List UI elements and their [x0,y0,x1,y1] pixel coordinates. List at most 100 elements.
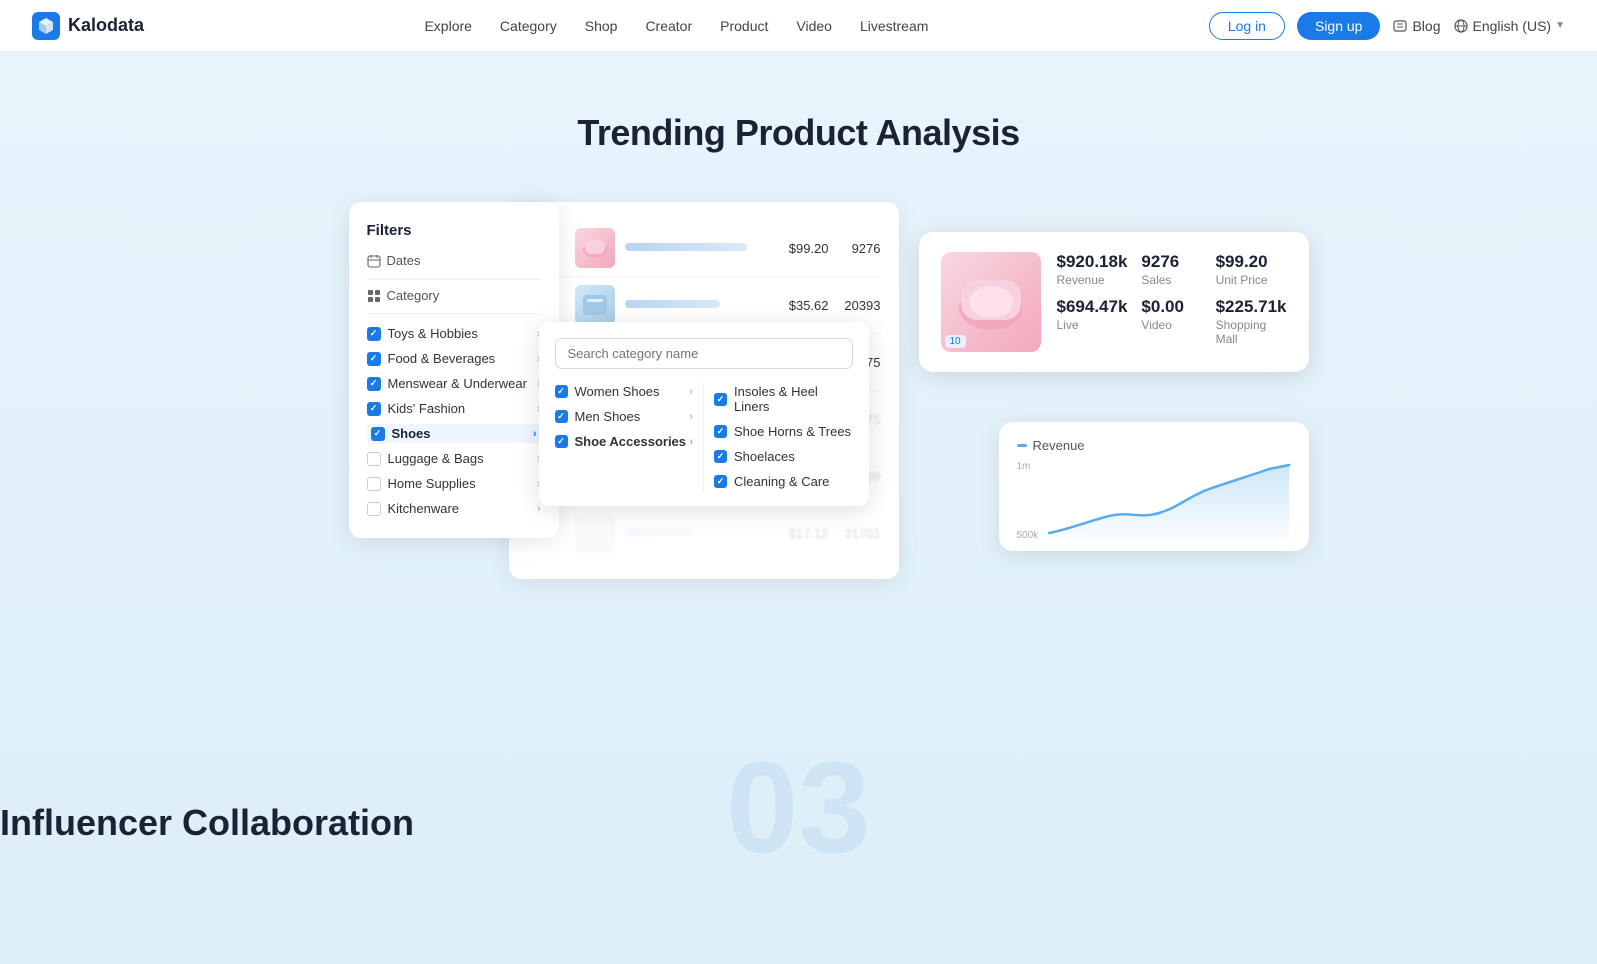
globe-icon [1453,18,1469,34]
checkbox-shoes[interactable]: ✓ [371,427,385,441]
filters-category[interactable]: Category [367,288,541,303]
check-insoles[interactable]: ✓ [714,393,727,406]
checkbox-menswear[interactable]: ✓ [367,377,381,391]
product-bar-wrap [625,300,761,311]
signup-button[interactable]: Sign up [1297,12,1380,40]
nav-links: Explore Category Shop Creator Product Vi… [424,18,928,34]
check-shoelaces[interactable]: ✓ [714,450,727,463]
product-thumbnail [575,285,615,325]
check-women-shoes[interactable]: ✓ [555,385,568,398]
chart-svg [1048,461,1290,541]
dropdown-columns: ✓ Women Shoes › ✓ Men Shoes › [555,381,853,492]
stat-revenue: $920.18k Revenue [1057,252,1128,287]
category-item-food[interactable]: ✓ Food & Beverages › [367,349,541,368]
check-shoe-accessories[interactable]: ✓ [555,435,568,448]
product-bar-wrap [625,528,761,539]
revenue-chart: Revenue 1m 500k [999,422,1309,551]
nav-right: Log in Sign up Blog English (US) ▼ [1209,12,1565,40]
calendar-icon [367,254,381,268]
login-button[interactable]: Log in [1209,12,1285,40]
dropdown-women-shoes[interactable]: ✓ Women Shoes › [555,381,694,402]
checkbox-kitchen[interactable] [367,502,381,516]
chart-area: 1m 500k [1017,461,1291,541]
nav-category[interactable]: Category [500,18,557,34]
category-icon [367,289,381,303]
category-label-toys: Toys & Hobbies [388,326,478,341]
product-bar [625,243,747,251]
checkbox-kids[interactable]: ✓ [367,402,381,416]
language-selector[interactable]: English (US) ▼ [1453,18,1566,34]
category-label-home: Home Supplies [388,476,476,491]
video-label: Video [1141,318,1201,332]
label-men-shoes: Men Shoes [575,409,641,424]
sales-value: 9276 [1141,252,1201,272]
revenue-label: Revenue [1057,273,1128,287]
influencer-title: Influencer Collaboration [0,802,1597,844]
product-bar-wrap [625,243,761,254]
chevron-icon: › [689,436,693,448]
category-item-luggage[interactable]: Luggage & Bags › [367,449,541,468]
category-label-luggage: Luggage & Bags [388,451,484,466]
product-price: $35.62 [771,298,829,313]
mall-value: $225.71k [1216,297,1287,317]
dropdown-insoles[interactable]: ✓ Insoles & Heel Liners [714,381,853,417]
product-bar [625,528,693,536]
checkbox-home[interactable] [367,477,381,491]
nav-creator[interactable]: Creator [645,18,692,34]
legend-label: Revenue [1033,438,1085,453]
nav-blog-link[interactable]: Blog [1392,18,1440,34]
page-content: Trending Product Analysis Filters Dates [0,52,1597,964]
category-item-home[interactable]: Home Supplies › [367,474,541,493]
dropdown-men-shoes[interactable]: ✓ Men Shoes › [555,406,694,427]
dropdown-cleaning[interactable]: ✓ Cleaning & Care [714,471,853,492]
search-input[interactable] [555,338,853,369]
video-value: $0.00 [1141,297,1201,317]
stats-card: 10 $920.18k Revenue 9276 Sales $99.20 Un… [919,232,1309,372]
category-label-shoes: Shoes [392,426,431,441]
search-wrap [555,338,853,369]
dates-label: Dates [387,253,421,268]
chevron-icon: › [533,428,537,440]
filters-dates[interactable]: Dates [367,253,541,268]
check-cleaning[interactable]: ✓ [714,475,727,488]
logo-text: Kalodata [68,15,144,36]
chart-legend: Revenue [1017,438,1291,453]
filters-card: Filters Dates Category [349,202,559,538]
category-item-menswear[interactable]: ✓ Menswear & Underwear › [367,374,541,393]
nav-video[interactable]: Video [796,18,832,34]
category-item-shoes[interactable]: ✓ Shoes › [367,424,541,443]
checkbox-toys[interactable]: ✓ [367,327,381,341]
nav-product[interactable]: Product [720,18,768,34]
category-label-food: Food & Beverages [388,351,496,366]
logo[interactable]: Kalodata [32,12,144,40]
dropdown-shoelaces[interactable]: ✓ Shoelaces [714,446,853,467]
unit-price-label: Unit Price [1216,273,1287,287]
dropdown-shoe-horns[interactable]: ✓ Shoe Horns & Trees [714,421,853,442]
stat-unit-price: $99.20 Unit Price [1216,252,1287,287]
dropdown-shoe-accessories[interactable]: ✓ Shoe Accessories › [555,431,694,452]
chevron-icon: › [689,411,693,423]
check-shoe-horns[interactable]: ✓ [714,425,727,438]
label-insoles: Insoles & Heel Liners [734,384,853,414]
blog-label: Blog [1412,18,1440,34]
label-shoe-horns: Shoe Horns & Trees [734,424,851,439]
checkbox-food[interactable]: ✓ [367,352,381,366]
blog-icon [1392,18,1408,34]
category-item-kitchen[interactable]: Kitchenware › [367,499,541,518]
dropdown-col-2: ✓ Insoles & Heel Liners ✓ Shoe Horns & T… [714,381,853,492]
label-shoelaces: Shoelaces [734,449,795,464]
nav-explore[interactable]: Explore [424,18,471,34]
checkbox-luggage[interactable] [367,452,381,466]
product-sales: 20393 [839,298,881,313]
lang-chevron-icon: ▼ [1555,20,1565,31]
category-item-kids[interactable]: ✓ Kids' Fashion › [367,399,541,418]
stats-grid: $920.18k Revenue 9276 Sales $99.20 Unit … [1057,252,1287,346]
chevron-icon: › [537,503,541,515]
category-item-toys[interactable]: ✓ Toys & Hobbies › [367,324,541,343]
nav-shop[interactable]: Shop [585,18,618,34]
lang-label: English (US) [1473,18,1552,34]
live-label: Live [1057,318,1128,332]
logo-icon [32,12,60,40]
check-men-shoes[interactable]: ✓ [555,410,568,423]
nav-livestream[interactable]: Livestream [860,18,928,34]
